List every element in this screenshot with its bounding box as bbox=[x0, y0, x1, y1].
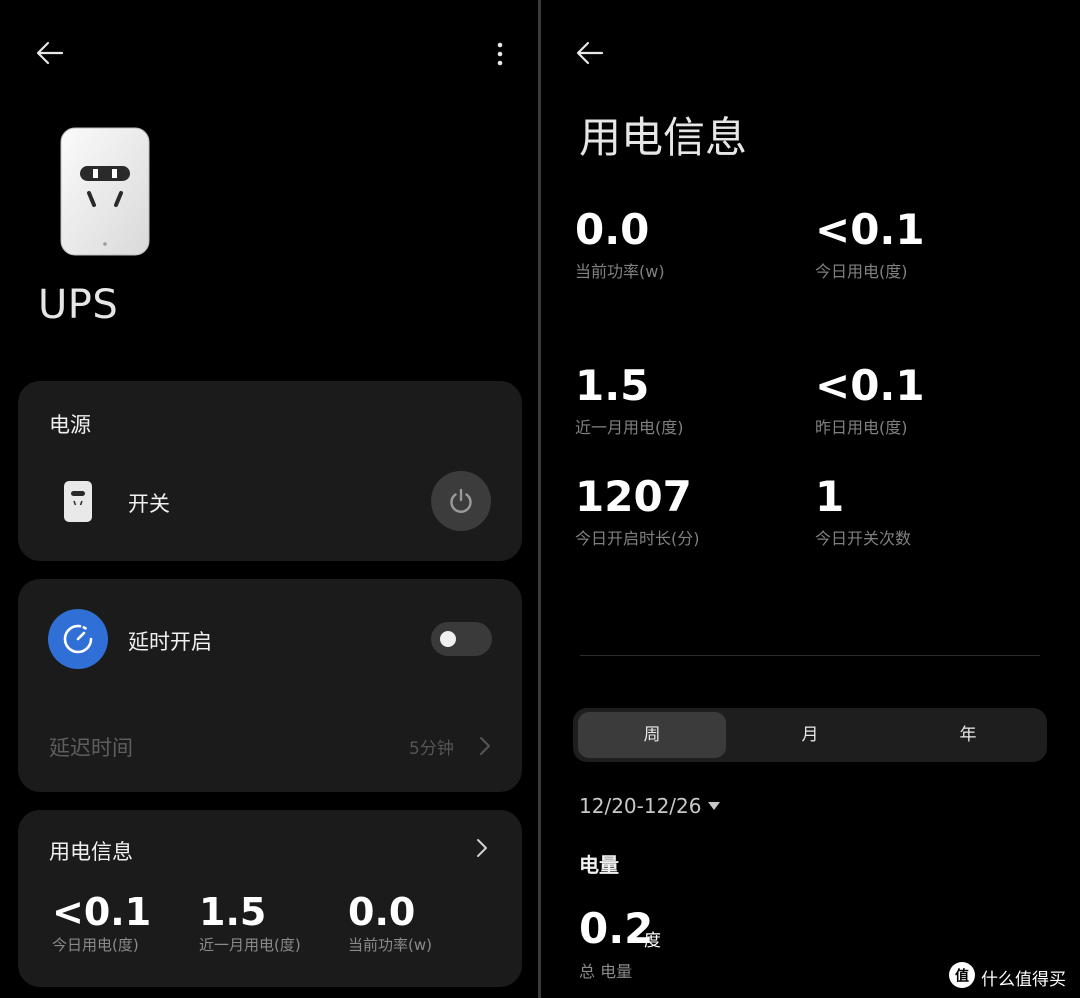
period-segmented-control: 周 月 年 bbox=[573, 708, 1047, 762]
section-divider bbox=[580, 655, 1040, 656]
more-options-icon[interactable] bbox=[490, 40, 510, 68]
timer-icon bbox=[48, 609, 108, 669]
date-range-selector[interactable]: 12/20-12/26 bbox=[579, 794, 702, 818]
stat-month-label: 近一月用电(度) bbox=[199, 936, 301, 954]
today-usage-label: 今日用电(度) bbox=[815, 262, 908, 281]
energy-section-title: 电量 bbox=[579, 853, 619, 877]
watermark-logo-text: 值 bbox=[955, 968, 969, 985]
usage-card-title: 用电信息 bbox=[49, 840, 133, 864]
total-energy-unit: 度 bbox=[644, 931, 661, 951]
usage-info-panel: 用电信息 0.0 当前功率(w) <0.1 今日用电(度) 1.5 近一月用电(… bbox=[541, 0, 1080, 998]
toggle-knob bbox=[440, 631, 456, 647]
delay-card: 延时开启 延迟时间 5分钟 bbox=[18, 579, 522, 792]
smart-plug-image bbox=[60, 127, 150, 256]
tab-week[interactable]: 周 bbox=[578, 712, 726, 758]
power-card: 电源 开关 bbox=[18, 381, 522, 561]
power-icon bbox=[450, 488, 472, 513]
chevron-right-icon[interactable] bbox=[478, 735, 492, 757]
watermark-logo-icon: 值 bbox=[949, 962, 975, 988]
delay-time-label[interactable]: 延迟时间 bbox=[49, 732, 133, 762]
stat-today-value: <0.1 bbox=[52, 890, 152, 934]
stat-today-label: 今日用电(度) bbox=[52, 936, 139, 954]
on-duration-value: 1207 bbox=[575, 472, 692, 521]
power-card-title: 电源 bbox=[49, 413, 91, 437]
on-duration-label: 今日开启时长(分) bbox=[575, 529, 700, 548]
tab-year[interactable]: 年 bbox=[894, 712, 1042, 758]
small-plug-icon bbox=[63, 480, 93, 523]
stat-month-value: 1.5 bbox=[199, 890, 267, 934]
month-usage-value: 1.5 bbox=[575, 361, 650, 410]
watermark-text: 什么值得买 bbox=[981, 970, 1066, 990]
yesterday-usage-value: <0.1 bbox=[815, 361, 925, 410]
today-usage-value: <0.1 bbox=[815, 205, 925, 254]
caret-down-icon[interactable] bbox=[708, 802, 720, 810]
stat-power-value: 0.0 bbox=[348, 890, 416, 934]
switch-count-value: 1 bbox=[815, 472, 845, 521]
total-energy-label: 总 电量 bbox=[579, 962, 633, 981]
switch-label: 开关 bbox=[128, 492, 170, 516]
switch-count-label: 今日开关次数 bbox=[815, 529, 912, 548]
total-energy-value: 0.2 bbox=[579, 904, 654, 953]
month-usage-label: 近一月用电(度) bbox=[575, 418, 684, 437]
tab-month[interactable]: 月 bbox=[736, 712, 884, 758]
chevron-right-icon[interactable] bbox=[475, 837, 489, 859]
usage-card[interactable]: 用电信息 <0.1 今日用电(度) 1.5 近一月用电(度) 0.0 当前功率(… bbox=[18, 810, 522, 987]
back-arrow-icon[interactable] bbox=[575, 38, 605, 68]
device-panel: UPS 电源 开关 延时开启 延迟时间 5分钟 用电信息 <0.1 今日用电(度… bbox=[0, 0, 538, 998]
current-power-label: 当前功率(w) bbox=[575, 262, 665, 281]
power-button[interactable] bbox=[431, 471, 491, 531]
page-title: 用电信息 bbox=[579, 113, 748, 162]
stat-power-label: 当前功率(w) bbox=[348, 936, 432, 954]
delay-time-value: 5分钟 bbox=[409, 739, 454, 759]
current-power-value: 0.0 bbox=[575, 205, 650, 254]
device-name: UPS bbox=[38, 282, 119, 328]
delay-start-toggle[interactable] bbox=[431, 622, 492, 656]
back-arrow-icon[interactable] bbox=[35, 38, 65, 68]
delay-start-label: 延时开启 bbox=[128, 630, 212, 654]
yesterday-usage-label: 昨日用电(度) bbox=[815, 418, 908, 437]
